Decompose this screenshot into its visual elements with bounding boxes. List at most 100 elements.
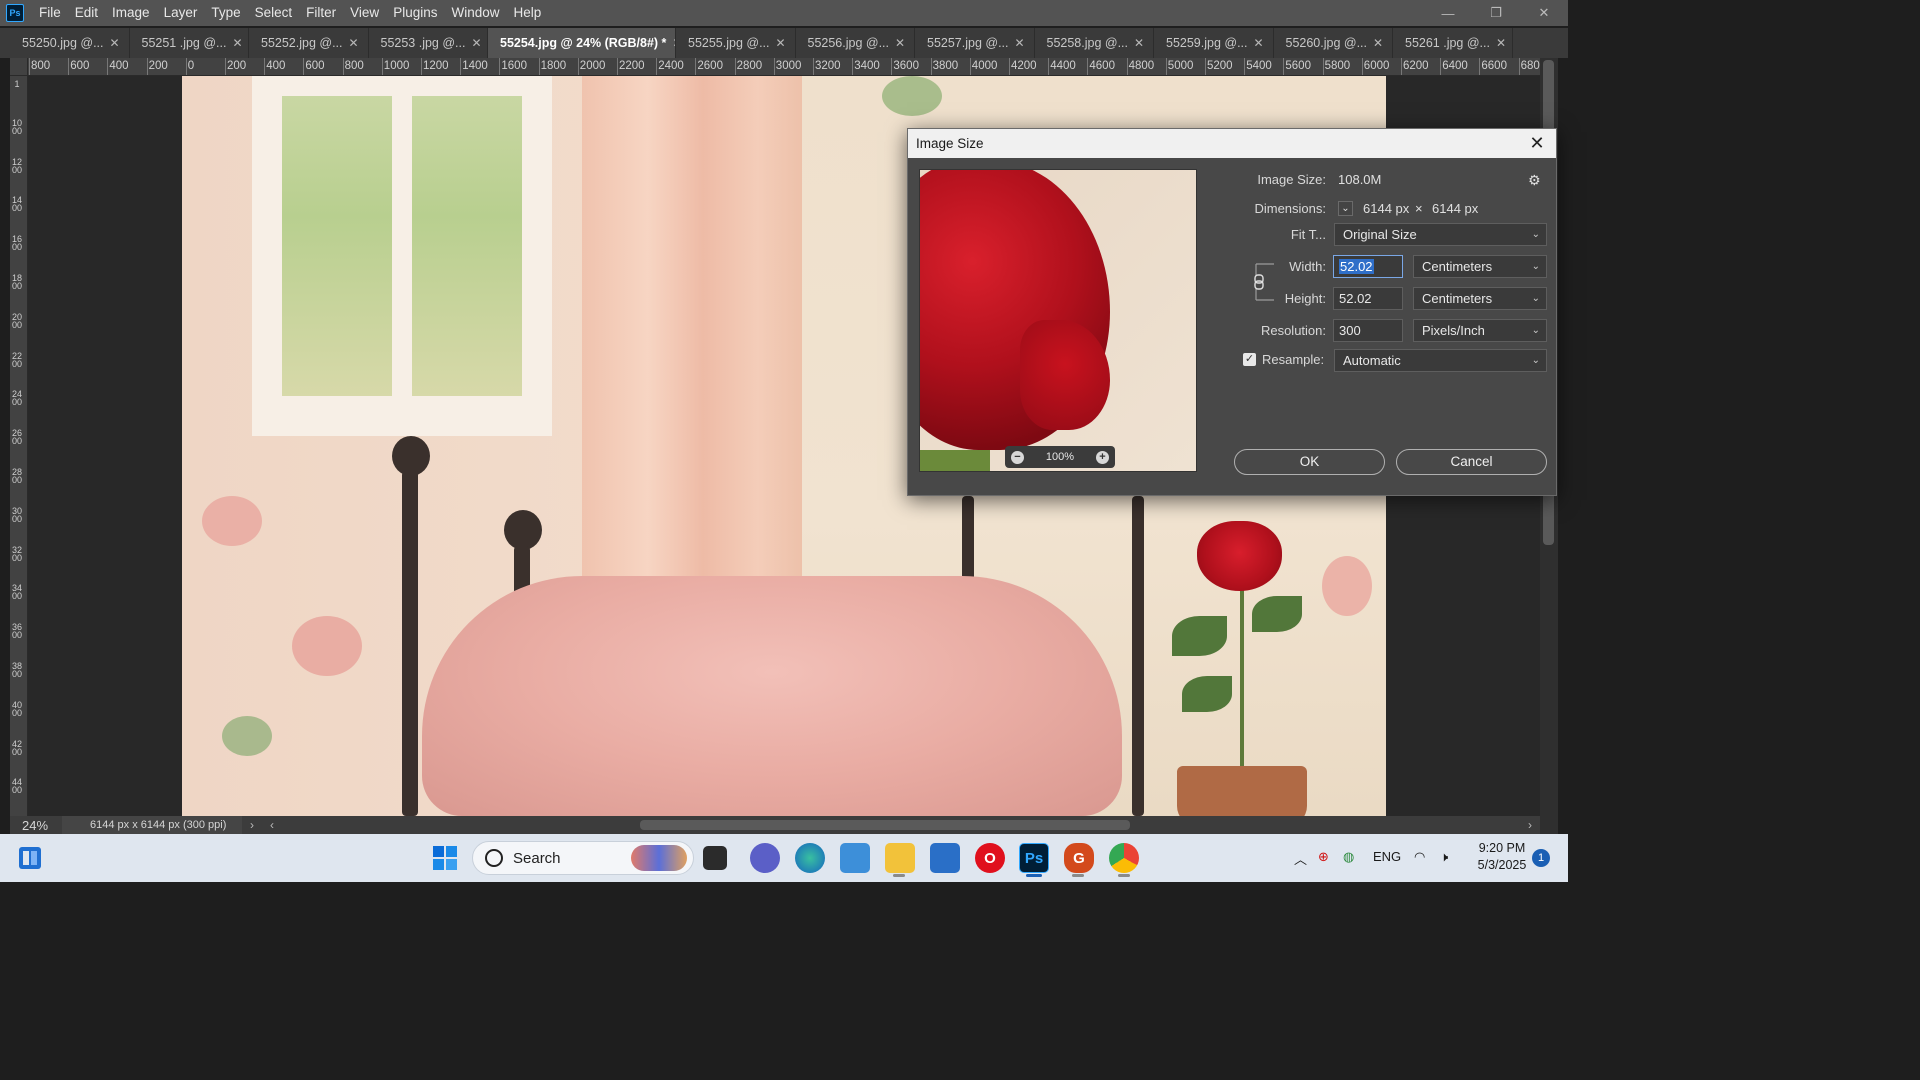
document-tab[interactable]: 55257.jpg @... ✕ <box>915 28 1035 58</box>
ruler-tick-label: 200 <box>227 60 247 72</box>
tab-close-icon[interactable]: ✕ <box>232 36 242 50</box>
teams-chat-icon[interactable] <box>750 843 780 873</box>
tab-close-icon[interactable]: ✕ <box>1373 36 1383 50</box>
menu-type[interactable]: Type <box>204 0 247 26</box>
resample-dropdown[interactable]: Automatic ⌄ <box>1334 349 1547 372</box>
width-unit-dropdown[interactable]: Centimeters ⌄ <box>1413 255 1547 278</box>
tab-close-icon[interactable]: ✕ <box>349 36 359 50</box>
restore-icon[interactable]: ❐ <box>1472 0 1520 26</box>
tab-close-icon[interactable]: ✕ <box>895 36 905 50</box>
resample-label: Resample: <box>1262 352 1325 367</box>
windows-start-icon[interactable] <box>430 843 460 873</box>
horizontal-scroll-thumb[interactable] <box>640 820 1130 830</box>
gear-icon[interactable]: ⚙ <box>1528 172 1544 188</box>
tab-close-icon[interactable]: ✕ <box>1496 36 1506 50</box>
close-window-icon[interactable]: ✕ <box>1520 0 1568 26</box>
document-tab[interactable]: 55251 .jpg @... ✕ <box>129 28 249 58</box>
ruler-tick-label: 3800 <box>12 661 23 679</box>
photoshop-taskbar-icon[interactable]: Ps <box>1019 843 1049 873</box>
language-indicator[interactable]: ENG <box>1373 849 1401 864</box>
ok-button[interactable]: OK <box>1234 449 1385 475</box>
ruler-tick <box>695 58 697 75</box>
tab-close-icon[interactable]: ✕ <box>110 36 120 50</box>
vertical-ruler[interactable]: 1 1000 1200 1400 1600 1800 2000 2200 2400 2600 280… <box>10 76 28 816</box>
width-input[interactable]: 52.02 <box>1333 255 1403 278</box>
image-preview[interactable]: − 100% + <box>919 169 1197 472</box>
scroll-left-arrow-icon[interactable]: ‹ <box>262 818 282 832</box>
resolution-input[interactable]: 300 <box>1333 319 1403 342</box>
tab-close-icon[interactable]: ✕ <box>1134 36 1144 50</box>
tab-close-icon[interactable]: ✕ <box>471 36 481 50</box>
chevron-down-icon: ⌄ <box>1531 355 1540 366</box>
ruler-tick-label: 2800 <box>12 467 23 485</box>
notification-badge[interactable]: 1 <box>1532 849 1550 867</box>
document-tab[interactable]: 55253 .jpg @... ✕ <box>368 28 488 58</box>
document-tab[interactable]: 55261 .jpg @... ✕ <box>1393 28 1513 58</box>
menu-plugins[interactable]: Plugins <box>386 0 444 26</box>
task-view-icon[interactable] <box>703 846 727 870</box>
rose-flower <box>1197 521 1282 591</box>
document-info: 6144 px x 6144 px (300 ppi) <box>62 816 242 834</box>
document-tab[interactable]: 55252.jpg @... ✕ <box>249 28 369 58</box>
status-menu-arrow-icon[interactable]: › <box>242 818 262 832</box>
ruler-tick-label: 2200 <box>12 350 23 369</box>
menu-select[interactable]: Select <box>248 0 300 26</box>
ruler-tick-label: 3000 <box>12 505 23 524</box>
tray-overflow-chevron-icon[interactable]: ︿ <box>1294 849 1307 868</box>
height-input[interactable]: 52.02 <box>1333 287 1403 310</box>
tab-close-icon[interactable]: ✕ <box>776 36 786 50</box>
menu-help[interactable]: Help <box>506 0 548 26</box>
ruler-origin[interactable] <box>10 58 28 76</box>
menu-view[interactable]: View <box>343 0 386 26</box>
zoom-level[interactable]: 24% <box>10 818 60 833</box>
resolution-unit-dropdown[interactable]: Pixels/Inch ⌄ <box>1413 319 1547 342</box>
menu-image[interactable]: Image <box>105 0 157 26</box>
tray-app-icon[interactable]: ⊕ <box>1318 849 1329 865</box>
document-tab[interactable]: 55250.jpg @... ✕ <box>10 28 130 58</box>
tray-globe-icon[interactable]: ◍ <box>1343 849 1354 865</box>
zoom-in-icon[interactable]: + <box>1095 450 1109 464</box>
ruler-tick <box>773 58 775 75</box>
tab-close-icon[interactable]: ✕ <box>1015 36 1025 50</box>
file-explorer-icon[interactable] <box>885 843 915 873</box>
volume-muted-icon[interactable]: 🕨 <box>1440 849 1448 865</box>
ruler-tick-label: 0 <box>187 60 195 72</box>
document-tab[interactable]: 55258.jpg @... ✕ <box>1034 28 1154 58</box>
ruler-tick <box>617 58 618 75</box>
menu-window[interactable]: Window <box>444 0 506 26</box>
taskbar-search[interactable]: Search <box>472 841 694 875</box>
zoom-out-icon[interactable]: − <box>1011 450 1024 464</box>
widgets-icon[interactable] <box>15 843 45 873</box>
menu-edit[interactable]: Edit <box>68 0 105 26</box>
tab-close-icon[interactable]: ✕ <box>1254 36 1264 50</box>
microsoft-store-icon[interactable] <box>930 843 960 873</box>
scroll-right-arrow-icon[interactable]: › <box>1520 818 1540 832</box>
document-tab[interactable]: 55259.jpg @... ✕ <box>1154 28 1274 58</box>
wifi-icon[interactable]: ◠ <box>1414 849 1425 865</box>
snipping-tool-icon[interactable] <box>840 843 870 873</box>
grammarly-icon[interactable]: G <box>1064 843 1094 873</box>
chrome-browser-icon[interactable] <box>1109 843 1139 873</box>
ruler-tick-label: 1800 <box>540 60 567 72</box>
document-tab[interactable]: 55255.jpg @... ✕ <box>676 28 796 58</box>
menu-layer[interactable]: Layer <box>157 0 205 26</box>
minimize-icon[interactable]: — <box>1424 0 1472 26</box>
menu-file[interactable]: File <box>32 0 68 26</box>
document-tab[interactable]: 55254.jpg @ 24% (RGB/8#) *✕ <box>488 28 676 58</box>
system-clock[interactable]: 9:20 PM 5/3/2025 <box>1470 840 1534 874</box>
ruler-tick <box>577 58 579 75</box>
resample-checkbox[interactable]: ✓ <box>1243 353 1256 366</box>
dimensions-unit-dropdown-icon[interactable]: ⌄ <box>1338 201 1353 216</box>
opera-browser-icon[interactable]: O <box>975 843 1005 873</box>
height-unit-dropdown[interactable]: Centimeters ⌄ <box>1413 287 1547 310</box>
bed-post <box>1132 496 1144 816</box>
document-tab[interactable]: 55260.jpg @... ✕ <box>1273 28 1393 58</box>
horizontal-ruler[interactable]: 800 600 400 200 0 200 400 600 800 1000 1200 1400 160… <box>28 58 1540 76</box>
document-tab[interactable]: 55256.jpg @... ✕ <box>795 28 915 58</box>
dialog-close-icon[interactable]: ✕ <box>1522 129 1552 158</box>
edge-browser-icon[interactable] <box>795 843 825 873</box>
fit-to-dropdown[interactable]: Original Size ⌄ <box>1334 223 1547 246</box>
rose-leaf <box>1182 676 1232 712</box>
cancel-button[interactable]: Cancel <box>1396 449 1547 475</box>
menu-filter[interactable]: Filter <box>299 0 343 26</box>
